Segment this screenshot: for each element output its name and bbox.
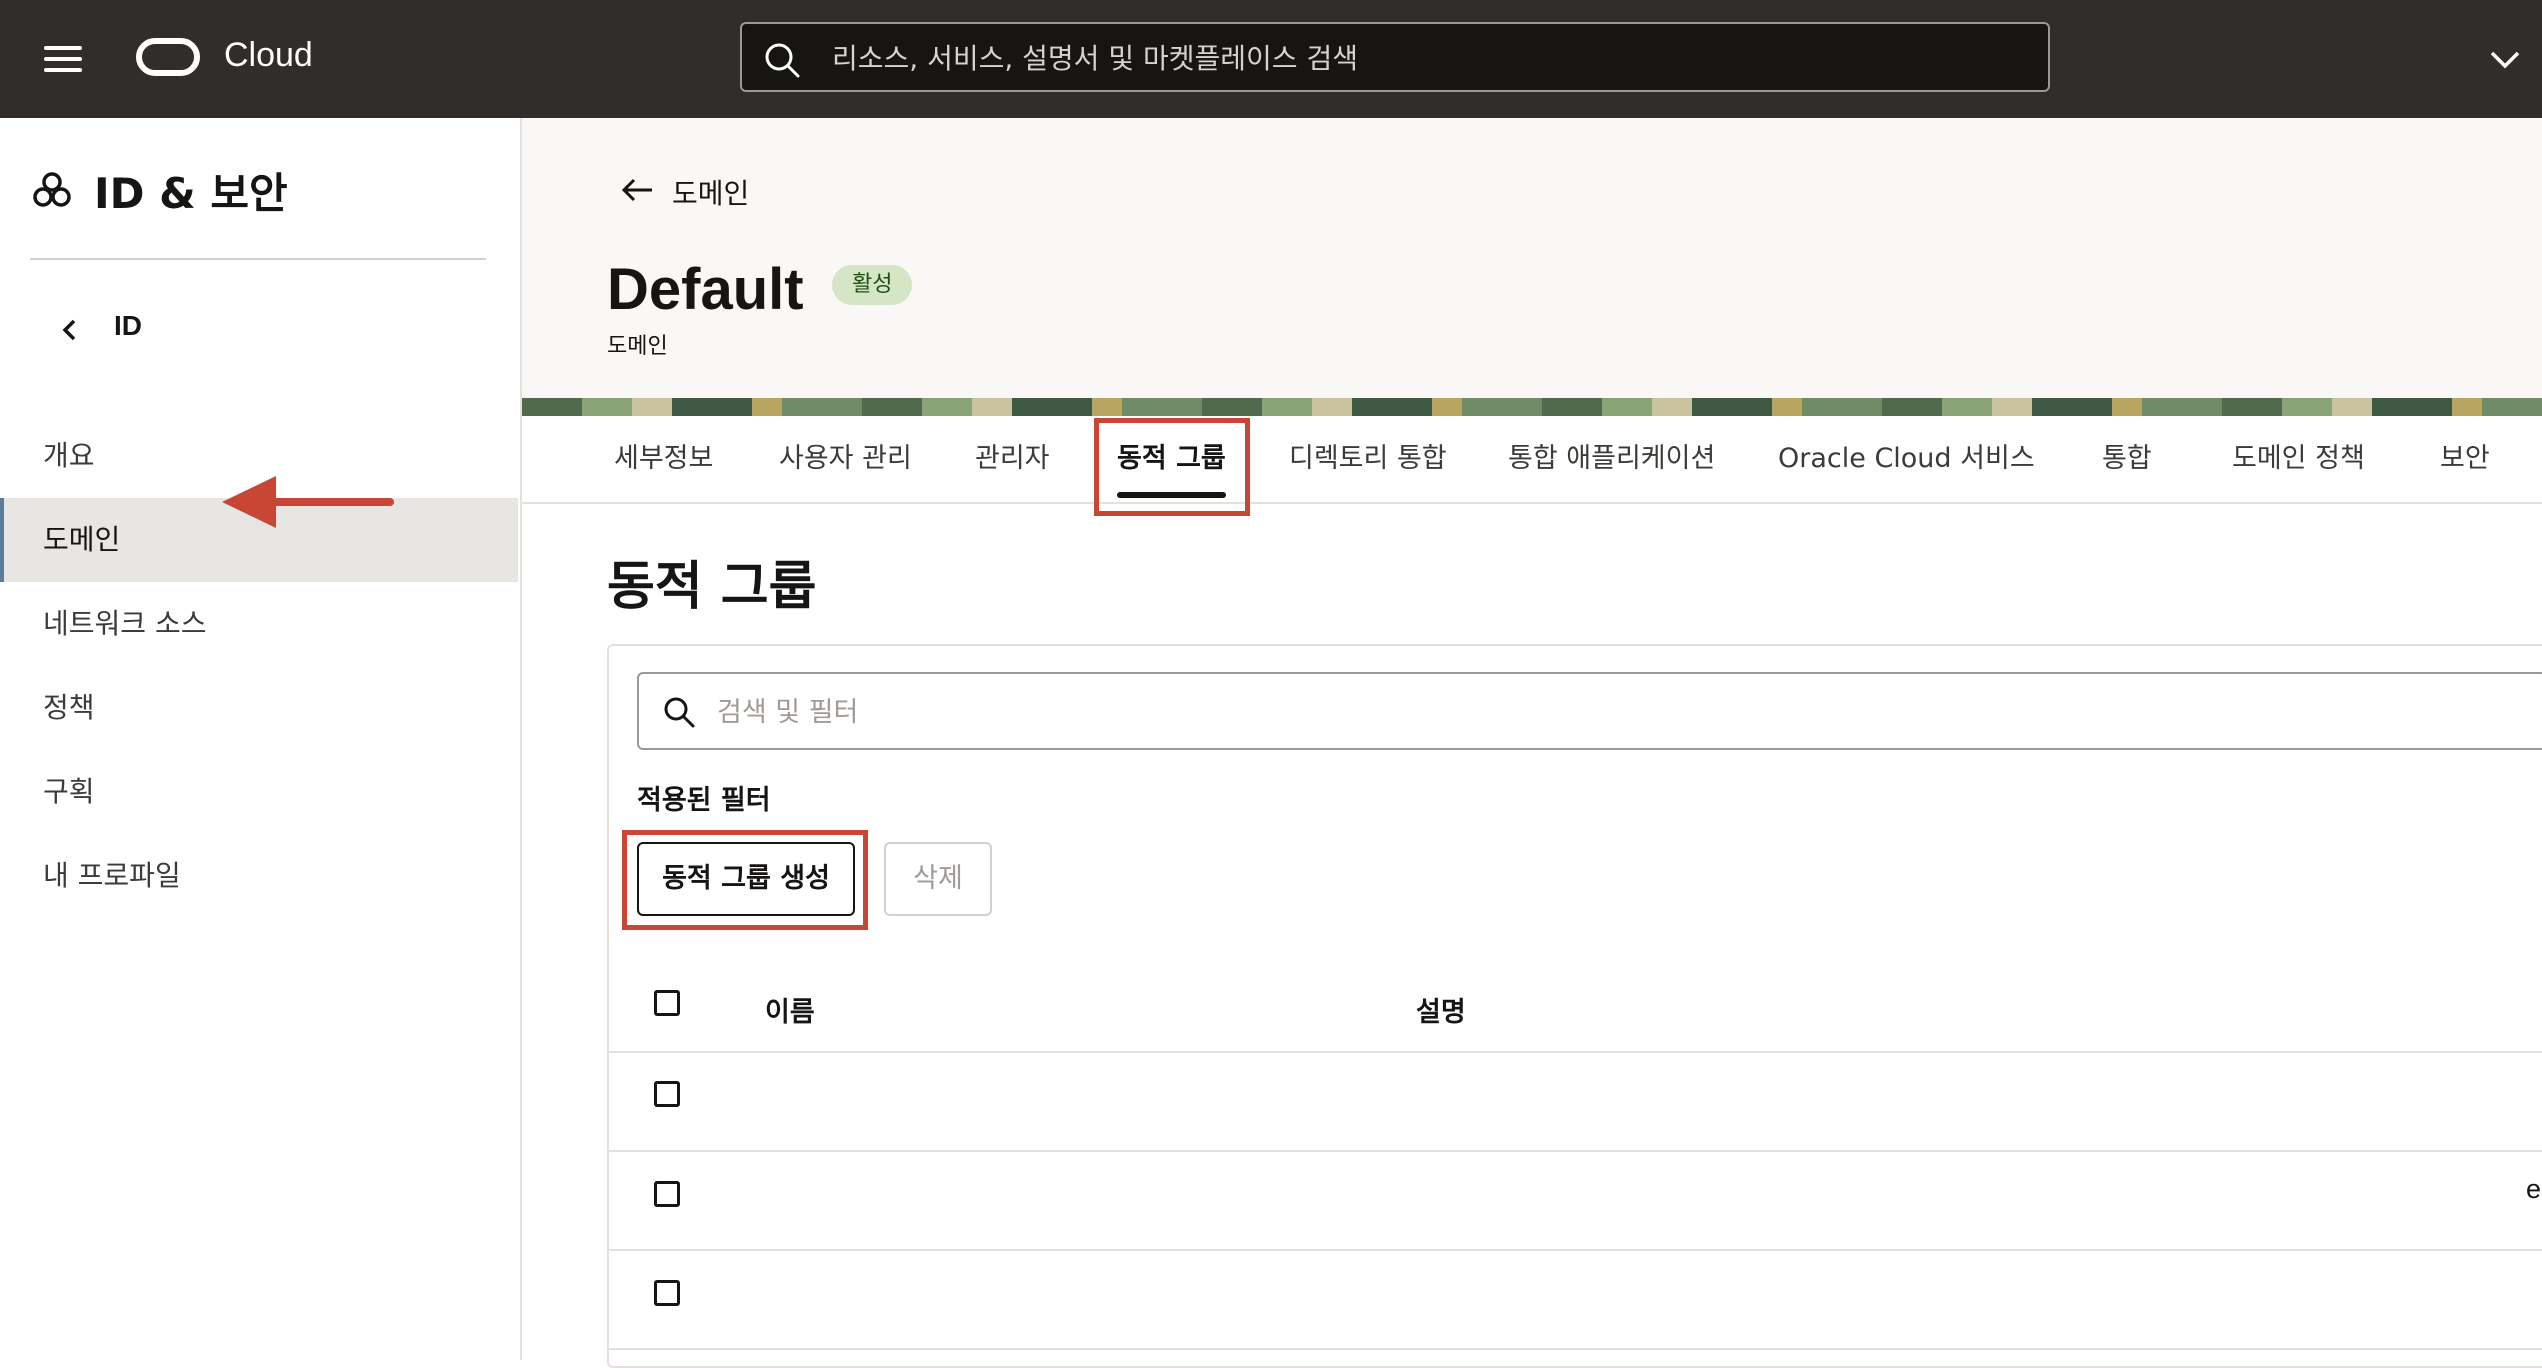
chevron-left-icon: [62, 319, 76, 341]
oracle-logo-icon[interactable]: [136, 38, 200, 76]
delete-button[interactable]: 삭제: [884, 842, 992, 916]
sidebar-back-label: ID: [114, 310, 142, 341]
applied-filters-label: 적용된 필터: [637, 785, 771, 816]
tab-domain-policies[interactable]: 도메인 정책: [2232, 416, 2365, 502]
back-link-label: 도메인: [672, 177, 750, 210]
identity-security-icon: [33, 172, 71, 207]
tab-security[interactable]: 보안: [2440, 416, 2490, 502]
row-divider: [609, 1150, 2542, 1152]
status-badge: 활성: [832, 265, 913, 305]
tab-directory-integrations[interactable]: 디렉토리 통합: [1289, 416, 1447, 502]
search-filter-box[interactable]: [637, 672, 2542, 750]
sidebar-item-policies[interactable]: 정책: [0, 666, 518, 750]
global-search-box[interactable]: [740, 22, 2050, 92]
section-title: 동적 그룹: [607, 557, 817, 617]
column-header-name[interactable]: 이름: [765, 990, 815, 1029]
page-title: Default: [607, 257, 804, 322]
tab-integrated-applications[interactable]: 통합 애플리케이션: [1508, 416, 1715, 502]
row-divider: [609, 1348, 2542, 1350]
sidebar-item-compartments[interactable]: 구획: [0, 750, 518, 834]
decorative-banner: [522, 398, 2542, 416]
row-checkbox[interactable]: [654, 1280, 680, 1306]
menu-icon[interactable]: [44, 44, 82, 74]
chevron-down-icon[interactable]: [2488, 42, 2522, 76]
dynamic-groups-panel: [607, 644, 2542, 1368]
row-divider: [609, 1051, 2542, 1053]
arrow-left-icon: [621, 178, 652, 202]
global-search-input[interactable]: [830, 24, 2014, 92]
select-all-checkbox[interactable]: [654, 990, 680, 1016]
row-checkbox[interactable]: [654, 1081, 680, 1107]
search-icon: [765, 43, 800, 78]
tab-dynamic-groups[interactable]: 동적 그룹: [1117, 416, 1226, 502]
row-checkbox[interactable]: [654, 1181, 680, 1207]
page-subtitle: 도메인: [607, 334, 668, 359]
tab-integrations[interactable]: 통합: [2102, 416, 2152, 502]
annotation-arrow-icon: [222, 476, 394, 528]
brand-name[interactable]: Cloud: [224, 36, 313, 75]
sidebar-title: ID & 보안: [94, 169, 288, 218]
sidebar: ID & 보안 ID 개요 도메인 네트워크 소스 정책 구획 내 프로파일: [0, 118, 522, 1360]
tab-oracle-cloud-services[interactable]: Oracle Cloud 서비스: [1778, 416, 2035, 502]
tab-details[interactable]: 세부정보: [614, 416, 713, 502]
tab-user-management[interactable]: 사용자 관리: [779, 416, 912, 502]
row-description-cell: e: [2526, 1174, 2542, 1204]
tab-administrators[interactable]: 관리자: [975, 416, 1050, 502]
create-dynamic-group-button[interactable]: 동적 그룹 생성: [637, 842, 855, 916]
sidebar-item-my-profile[interactable]: 내 프로파일: [0, 834, 518, 918]
row-divider: [609, 1249, 2542, 1251]
search-icon: [664, 697, 695, 728]
domain-header: [522, 118, 2542, 398]
search-filter-input[interactable]: [715, 674, 2519, 750]
column-header-description[interactable]: 설명: [1416, 990, 1466, 1029]
top-navigation-bar: Cloud: [0, 0, 2542, 118]
sidebar-divider: [30, 258, 486, 260]
sidebar-item-network-sources[interactable]: 네트워크 소스: [0, 582, 518, 666]
